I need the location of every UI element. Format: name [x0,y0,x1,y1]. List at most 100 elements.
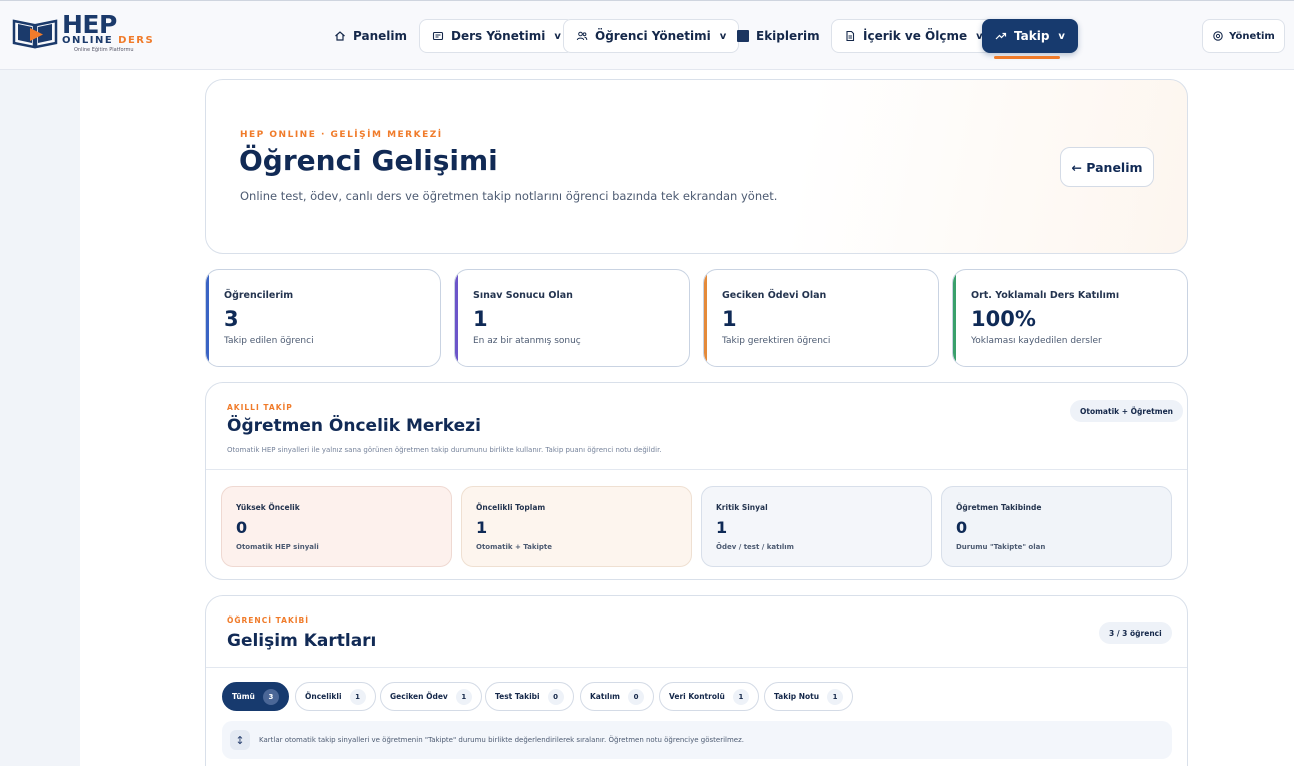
sort-icon: ↕ [230,730,250,750]
stat-accent-bar [206,270,209,366]
priority-label: Öğretmen Takibinde [956,503,1042,512]
nav-panelim[interactable]: Panelim [322,19,419,53]
priority-subtext: Durumu "Takipte" olan [956,543,1046,551]
priority-subtext: Otomatik + Takipte [476,543,553,551]
stat-label: Ort. Yoklamalı Ders Katılımı [971,290,1120,301]
nav-label: Ekiplerim [756,29,820,43]
filter-count: 0 [547,688,564,705]
priority-label: Öncelikli Toplam [476,503,546,512]
document-icon [846,30,855,42]
stat-subtext: En az bir atanmış sonuç [473,336,581,346]
nav-label: Ders Yönetimi [451,29,546,43]
sorting-info-bar: ↕ Kartlar otomatik takip sinyalleri ve ö… [222,721,1172,759]
stat-label: Öğrencilerim [224,290,294,301]
priority-card-teacher[interactable]: Öğretmen Takibinde 0 Durumu "Takipte" ol… [941,486,1172,567]
filter-count: 1 [349,688,366,705]
panel-divider [206,469,1187,470]
student-count-badge: 3 / 3 öğrenci [1099,622,1172,644]
nav-ekiplerim[interactable]: Ekiplerim [725,19,832,53]
stat-subtext: Yoklaması kaydedilen dersler [971,336,1102,346]
stat-value: 1 [473,307,488,331]
priority-subtext: Otomatik HEP sinyali [236,543,319,551]
hero-eyebrow: HEP ONLINE · GELİŞİM MERKEZİ [240,130,443,140]
nav-label: Öğrenci Yönetimi [595,29,711,43]
gear-icon [1213,31,1223,41]
filter-test-tracking[interactable]: Test Takibi 0 [485,682,574,711]
priority-center-panel: AKILLI TAKİP Öğretmen Öncelik Merkezi Ot… [205,382,1188,580]
priority-value: 0 [956,518,968,537]
sorting-info-text: Kartlar otomatik takip sinyalleri ve öğr… [259,736,744,744]
stat-accent-bar [704,270,707,366]
filter-label: Öncelikli [305,692,342,701]
home-icon [335,31,345,41]
panel-title: Öğretmen Öncelik Merkezi [227,416,481,436]
development-cards-panel: ÖĞRENCİ TAKİBİ Gelişim Kartları 3 / 3 öğ… [205,595,1188,766]
brand-logo[interactable]: HEP ONLINE DERS Online Eğitim Platformu [12,11,155,55]
filter-attendance[interactable]: Katılım 0 [580,682,654,711]
brand-subtitle: ONLINE DERS [62,35,155,46]
filter-late-homework[interactable]: Geciken Ödev 1 [380,682,482,711]
filter-tracking-note[interactable]: Takip Notu 1 [764,682,854,711]
nav-takip[interactable]: Takip v [982,19,1078,53]
filter-count: 1 [732,688,749,705]
trend-icon [995,32,1007,40]
chevron-down-icon: v [554,30,561,42]
stat-accent-bar [953,270,956,366]
stat-label: Sınav Sonucu Olan [473,290,573,301]
hero-card: HEP ONLINE · GELİŞİM MERKEZİ Öğrenci Gel… [205,79,1188,254]
priority-value: 1 [476,518,488,537]
filter-count: 1 [827,688,844,705]
stat-card-students: Öğrencilerim 3 Takip edilen öğrenci [205,269,441,367]
book-play-icon [12,19,58,49]
top-navbar: HEP ONLINE DERS Online Eğitim Platformu … [0,0,1294,70]
nav-label: Panelim [353,29,407,43]
hero-description: Online test, ödev, canlı ders ve öğretme… [240,189,778,203]
admin-label: Yönetim [1229,30,1275,42]
admin-button[interactable]: Yönetim [1202,19,1285,53]
panel-note: Otomatik HEP sinyalleri ile yalnız sana … [227,446,662,454]
panel-eyebrow: ÖĞRENCİ TAKİBİ [227,616,310,625]
nav-ders-yonetimi[interactable]: Ders Yönetimi v [419,19,574,53]
left-rail [0,70,80,766]
panel-divider [206,667,1187,668]
nav-label: İçerik ve Ölçme [863,29,968,43]
page-title: Öğrenci Gelişimi [239,144,498,177]
filter-label: Takip Notu [774,692,820,701]
filter-priority[interactable]: Öncelikli 1 [295,682,376,711]
brand-tagline: Online Eğitim Platformu [74,47,134,53]
stat-card-attendance: Ort. Yoklamalı Ders Katılımı 100% Yoklam… [952,269,1188,367]
nav-icerik-olcme[interactable]: İçerik ve Ölçme v [831,19,996,53]
filter-label: Veri Kontrolü [669,692,725,701]
stat-subtext: Takip gerektiren öğrenci [722,336,831,346]
stat-card-exam-results: Sınav Sonucu Olan 1 En az bir atanmış so… [454,269,690,367]
filter-label: Geciken Ödev [390,692,448,701]
back-to-panel-button[interactable]: ← Panelim [1060,147,1154,187]
users-icon [576,31,588,41]
priority-value: 0 [236,518,248,537]
priority-label: Kritik Sinyal [716,503,768,512]
mode-badge: Otomatik + Öğretmen [1070,400,1183,422]
filter-data-check[interactable]: Veri Kontrolü 1 [659,682,759,711]
priority-label: Yüksek Öncelik [236,503,300,512]
stat-card-late-homework: Geciken Ödevi Olan 1 Takip gerektiren öğ… [703,269,939,367]
filter-count: 0 [628,688,644,705]
filter-label: Katılım [590,692,620,701]
nav-ogrenci-yonetimi[interactable]: Öğrenci Yönetimi v [563,19,740,53]
stat-label: Geciken Ödevi Olan [722,290,827,301]
priority-card-critical[interactable]: Kritik Sinyal 1 Ödev / test / katılım [701,486,932,567]
stat-accent-bar [455,270,458,366]
stat-value: 1 [722,307,737,331]
filter-count: 3 [262,688,279,705]
priority-subtext: Ödev / test / katılım [716,543,794,551]
chevron-down-icon: v [1058,30,1065,42]
filter-all[interactable]: Tümü 3 [222,682,289,711]
priority-card-total[interactable]: Öncelikli Toplam 1 Otomatik + Takipte [461,486,692,567]
priority-card-high[interactable]: Yüksek Öncelik 0 Otomatik HEP sinyali [221,486,452,567]
square-icon [737,30,749,42]
stat-value: 3 [224,307,239,331]
chalkboard-icon [432,31,444,41]
panel-title: Gelişim Kartları [227,631,377,651]
stat-subtext: Takip edilen öğrenci [224,336,314,346]
stat-value: 100% [971,307,1036,331]
active-nav-indicator [994,56,1060,59]
